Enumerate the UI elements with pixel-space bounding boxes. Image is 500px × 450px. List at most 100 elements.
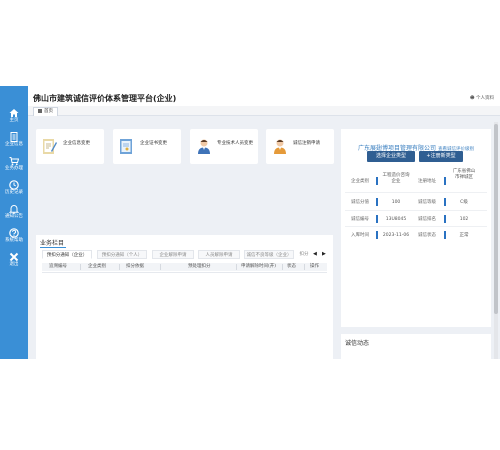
sidebar-item-logout[interactable]: 退出: [0, 248, 28, 276]
quick-link-label: 诚信注销申请: [293, 141, 320, 146]
quick-link-personnel-change[interactable]: 专业技术人员变更: [190, 129, 258, 164]
info-bar: [444, 231, 446, 239]
clock-icon: [9, 180, 19, 190]
tab-credit-bad-level[interactable]: 诚信不良等级（企业）: [244, 250, 294, 259]
info-value: C级: [460, 200, 468, 205]
info-bar: [444, 177, 446, 185]
tab-personnel-release[interactable]: 人员解除申请: [198, 250, 240, 259]
company-card: 广东展翅博项目管理有限公司 查看诚信评价级别 选择企业类型 +注册新类型 企业类别…: [341, 129, 491, 327]
business-panel: 业务栏目 预扣分通知（企业） 预扣分通知（个人） 企业解除申请 人员解除申请 诚…: [36, 235, 333, 359]
user-icon: ☻: [469, 96, 475, 101]
cart-icon: [9, 157, 19, 166]
info-value: 102: [459, 217, 469, 222]
info-bar: [444, 198, 446, 206]
column-header: 状态: [287, 264, 296, 269]
scrollbar[interactable]: [494, 122, 498, 359]
register-new-type-button[interactable]: +注册新类型: [419, 151, 463, 162]
tab-pre-deduct-company[interactable]: 预扣分通知（企业）: [42, 250, 92, 259]
user-menu[interactable]: ☻ 个人资料: [470, 95, 494, 101]
info-label: 企业类别: [351, 179, 369, 184]
tab-scroll-right-icon[interactable]: ▶: [322, 250, 326, 259]
divider: [345, 210, 487, 211]
person-icon: [198, 139, 210, 154]
info-bar: [376, 231, 378, 239]
info-value: 工程造价咨询企业: [382, 173, 410, 184]
column-header: 申请解除时间(开): [241, 264, 277, 269]
close-icon: [9, 252, 19, 262]
info-label: 诚信状态: [418, 233, 436, 238]
person-icon: [274, 139, 286, 154]
document-icon: [10, 132, 18, 142]
home-icon: [9, 109, 19, 117]
table-body: [42, 272, 327, 358]
column-header: 企业类别: [88, 264, 106, 269]
tab-label: 首页: [44, 109, 53, 114]
app-title: 佛山市建筑诚信评价体系管理平台(企业): [33, 94, 177, 103]
column-header: 操作: [310, 264, 319, 269]
info-bar: [444, 215, 446, 223]
info-label: 入库时间: [351, 233, 369, 238]
info-label: 诚信排名: [418, 217, 436, 222]
sidebar-item-label: 主页: [9, 118, 19, 123]
quick-link-label: 企业信息变更: [63, 141, 90, 146]
column-header: 扣分依据: [126, 264, 144, 269]
tab-pre-deduct-personal[interactable]: 预扣分通知（个人）: [97, 250, 147, 259]
column-header: 追溯编号: [49, 264, 67, 269]
column-divider: [119, 264, 120, 270]
company-header: 广东展翅博项目管理有限公司 查看诚信评价级别: [341, 135, 491, 154]
table-header: 追溯编号 企业类别 扣分依据 预处理扣分 申请解除时间(开) 状态 操作: [42, 263, 327, 271]
quick-link-cancel-application[interactable]: 诚信注销申请: [266, 129, 334, 164]
column-divider: [80, 264, 81, 270]
info-value: 100: [391, 200, 401, 205]
info-label: 诚信等级: [418, 200, 436, 205]
header: 佛山市建筑诚信评价体系管理平台(企业) ☻ 个人资料: [28, 86, 500, 106]
tab-home[interactable]: 首页: [33, 107, 58, 116]
quick-link-label: 企业证书变更: [140, 141, 167, 146]
info-label: 诚信分值: [351, 200, 369, 205]
document-edit-icon: [43, 139, 57, 154]
column-header: 预处理扣分: [188, 264, 211, 269]
info-value: 正常: [459, 233, 469, 238]
bell-icon: [9, 205, 19, 214]
divider: [345, 192, 487, 193]
credit-dynamics-panel: 诚信动态: [341, 334, 491, 359]
column-divider: [236, 264, 237, 270]
title-underline: [40, 247, 66, 248]
select-company-type-button[interactable]: 选择企业类型: [367, 151, 415, 162]
info-bar: [376, 215, 378, 223]
info-bar: [376, 198, 378, 206]
quick-link-company-info-change[interactable]: 企业信息变更: [36, 129, 104, 164]
tab-company-release[interactable]: 企业解除申请: [152, 250, 194, 259]
sidebar-item-label: 系统帮助: [5, 238, 23, 243]
sidebar-item-label: 退出: [9, 262, 19, 267]
sidebar-item-label: 业务办理: [5, 166, 23, 171]
info-value: 广东省佛山市禅城区: [452, 169, 476, 180]
scrollbar-thumb[interactable]: [494, 124, 498, 314]
app-window: 主页 企业信息 业务办理 历史记录 通知公告 系统帮助 退出 佛山市建筑诚信评价…: [0, 86, 500, 359]
home-tab-icon: [38, 108, 42, 113]
info-value: 2023-11-06: [382, 233, 410, 238]
business-panel-title: 业务栏目: [40, 240, 65, 247]
sidebar-item-label: 企业信息: [5, 142, 23, 147]
info-bar: [376, 177, 378, 185]
info-value: 13U8045: [385, 217, 407, 222]
quick-link-certificate-change[interactable]: 企业证书变更: [113, 129, 181, 164]
help-icon: [9, 228, 19, 238]
user-label: 个人资料: [476, 96, 494, 101]
divider: [345, 226, 487, 227]
tab-scroll-left-icon[interactable]: ◀: [313, 250, 317, 259]
credit-dynamics-title: 诚信动态: [345, 340, 370, 347]
quick-link-label: 专业技术人员变更: [217, 141, 253, 146]
sidebar: 主页 企业信息 业务办理 历史记录 通知公告 系统帮助 退出: [0, 86, 28, 359]
info-label: 诚信编号: [351, 217, 369, 222]
sidebar-item-label: 历史记录: [5, 190, 23, 195]
column-divider: [304, 264, 305, 270]
business-tabs: 预扣分通知（企业） 预扣分通知（个人） 企业解除申请 人员解除申请 诚信不良等级…: [42, 250, 332, 259]
certificate-icon: [120, 139, 132, 154]
column-divider: [160, 264, 161, 270]
tab-bar: 首页: [28, 106, 500, 116]
column-divider: [282, 264, 283, 270]
tab-deduct[interactable]: 扣分: [298, 250, 310, 259]
info-label: 注册地址: [418, 179, 436, 184]
sidebar-item-label: 通知公告: [5, 214, 23, 219]
